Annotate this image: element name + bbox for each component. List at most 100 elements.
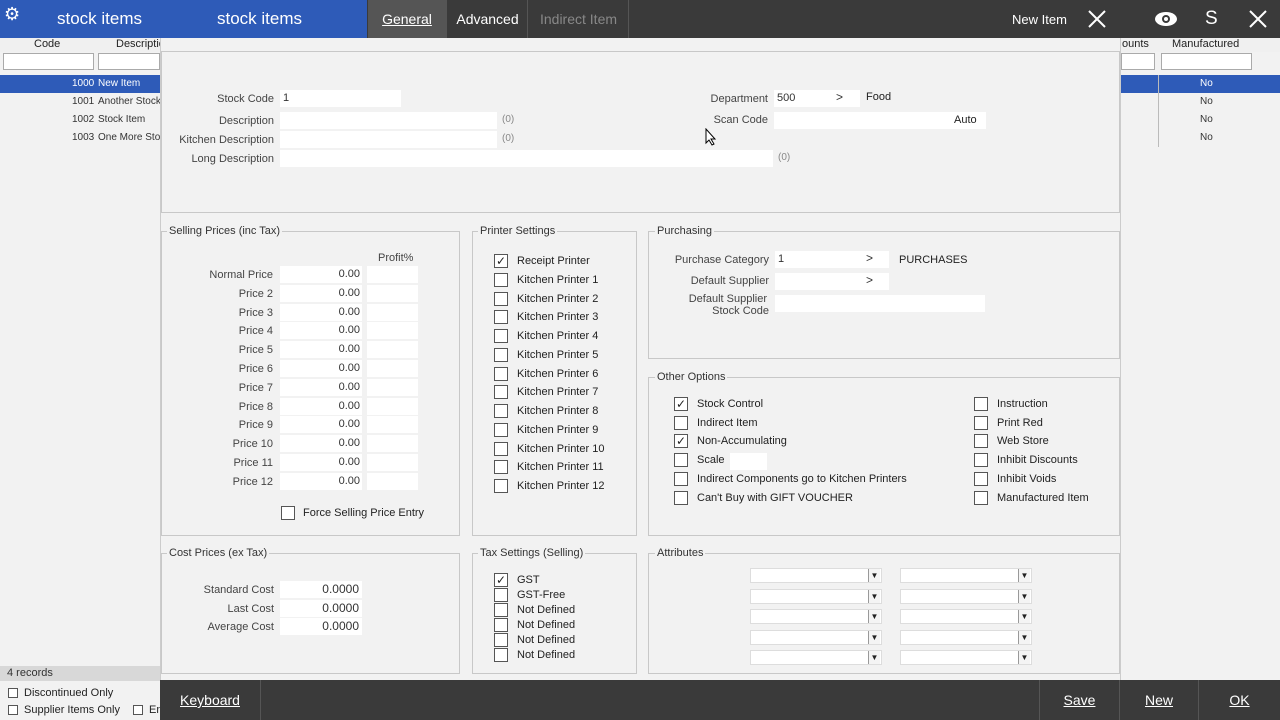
printer-checkbox[interactable] bbox=[494, 347, 508, 362]
attribute-dropdown[interactable]: ▼ bbox=[750, 609, 882, 624]
option-checkbox[interactable] bbox=[974, 471, 988, 486]
column-header-code[interactable]: Code bbox=[34, 38, 60, 50]
price-input[interactable]: 0.00 bbox=[280, 322, 362, 340]
attribute-dropdown[interactable]: ▼ bbox=[900, 588, 1032, 604]
chevron-down-icon[interactable]: ▼ bbox=[868, 651, 880, 664]
profit-input[interactable] bbox=[367, 397, 418, 415]
tax-checkbox[interactable] bbox=[494, 588, 508, 602]
attribute-dropdown[interactable]: ▼ bbox=[750, 650, 882, 665]
printer-checkbox[interactable] bbox=[494, 272, 508, 287]
tab-general[interactable]: General bbox=[368, 0, 447, 38]
chevron-down-icon[interactable]: ▼ bbox=[868, 610, 880, 623]
attribute-dropdown[interactable]: ▼ bbox=[750, 588, 882, 604]
option-checkbox[interactable] bbox=[674, 471, 688, 486]
en-checkbox[interactable]: En bbox=[133, 704, 162, 716]
option-checkbox[interactable] bbox=[974, 397, 988, 411]
profit-input[interactable] bbox=[367, 303, 418, 321]
attribute-dropdown[interactable]: ▼ bbox=[900, 568, 1032, 583]
gear-icon[interactable]: ⚙ bbox=[4, 4, 20, 25]
printer-checkbox[interactable] bbox=[494, 422, 508, 437]
tax-checkbox[interactable]: ✓ bbox=[494, 573, 508, 587]
option-checkbox[interactable]: ✓ bbox=[674, 397, 688, 411]
cost-input[interactable]: 0.0000 bbox=[280, 618, 362, 636]
department-input[interactable]: 500 bbox=[774, 90, 860, 107]
profit-input[interactable] bbox=[367, 266, 418, 283]
scale-input[interactable] bbox=[730, 453, 767, 470]
printer-checkbox[interactable] bbox=[494, 441, 508, 456]
price-input[interactable]: 0.00 bbox=[280, 266, 362, 283]
attribute-dropdown[interactable]: ▼ bbox=[900, 650, 1032, 665]
chevron-down-icon[interactable]: ▼ bbox=[868, 630, 880, 644]
scan-code-auto[interactable]: Auto bbox=[954, 114, 977, 126]
profit-input[interactable] bbox=[367, 360, 418, 377]
printer-checkbox[interactable] bbox=[494, 385, 508, 400]
attribute-dropdown[interactable]: ▼ bbox=[900, 629, 1032, 645]
filter-manufactured-input[interactable] bbox=[1161, 53, 1252, 70]
printer-checkbox[interactable] bbox=[494, 291, 508, 306]
attribute-dropdown[interactable]: ▼ bbox=[750, 568, 882, 583]
discontinued-only-checkbox[interactable]: Discontinued Only bbox=[8, 687, 113, 699]
chevron-down-icon[interactable]: ▼ bbox=[1018, 569, 1030, 582]
default-supplier-lookup-button[interactable]: > bbox=[866, 273, 873, 287]
profit-input[interactable] bbox=[367, 472, 418, 490]
profit-input[interactable] bbox=[367, 322, 418, 340]
tax-checkbox[interactable] bbox=[494, 648, 508, 662]
column-header-description[interactable]: Descriptio bbox=[116, 38, 165, 50]
long-description-input[interactable] bbox=[280, 150, 773, 167]
option-checkbox[interactable] bbox=[674, 453, 688, 468]
new-button[interactable]: New bbox=[1120, 680, 1199, 720]
price-input[interactable]: 0.00 bbox=[280, 416, 362, 434]
save-button[interactable]: Save bbox=[1039, 680, 1120, 720]
printer-checkbox[interactable] bbox=[494, 366, 508, 381]
printer-checkbox[interactable] bbox=[494, 310, 508, 325]
chevron-down-icon[interactable]: ▼ bbox=[1018, 630, 1030, 644]
cost-input[interactable]: 0.0000 bbox=[280, 599, 362, 617]
option-checkbox[interactable] bbox=[974, 434, 988, 449]
cost-input[interactable]: 0.0000 bbox=[280, 581, 362, 598]
tax-checkbox[interactable] bbox=[494, 618, 508, 632]
attribute-dropdown[interactable]: ▼ bbox=[750, 629, 882, 645]
user-initial[interactable]: S bbox=[1205, 8, 1218, 30]
price-input[interactable]: 0.00 bbox=[280, 454, 362, 471]
chevron-down-icon[interactable]: ▼ bbox=[868, 569, 880, 582]
price-input[interactable]: 0.00 bbox=[280, 378, 362, 396]
chevron-down-icon[interactable]: ▼ bbox=[1018, 651, 1030, 664]
profit-input[interactable] bbox=[367, 454, 418, 471]
department-lookup-button[interactable]: > bbox=[836, 90, 843, 104]
price-input[interactable]: 0.00 bbox=[280, 472, 362, 490]
filter-discounts-input[interactable] bbox=[1121, 53, 1155, 70]
close-window-icon[interactable] bbox=[1248, 9, 1268, 32]
attribute-dropdown[interactable]: ▼ bbox=[900, 609, 1032, 624]
profit-input[interactable] bbox=[367, 284, 418, 302]
profit-input[interactable] bbox=[367, 341, 418, 359]
option-checkbox[interactable] bbox=[674, 415, 688, 430]
chevron-down-icon[interactable]: ▼ bbox=[868, 589, 880, 603]
price-input[interactable]: 0.00 bbox=[280, 341, 362, 359]
printer-checkbox[interactable]: ✓ bbox=[494, 254, 508, 268]
option-checkbox[interactable] bbox=[974, 415, 988, 430]
tab-advanced[interactable]: Advanced bbox=[448, 0, 528, 38]
force-selling-price-checkbox[interactable] bbox=[281, 506, 295, 520]
keyboard-button[interactable]: Keyboard bbox=[160, 680, 261, 720]
chevron-down-icon[interactable]: ▼ bbox=[1018, 610, 1030, 623]
price-input[interactable]: 0.00 bbox=[280, 435, 362, 453]
kitchen-description-input[interactable] bbox=[280, 131, 497, 148]
supplier-items-only-checkbox[interactable]: Supplier Items Only bbox=[8, 704, 120, 716]
filter-description-input[interactable] bbox=[98, 53, 160, 70]
printer-checkbox[interactable] bbox=[494, 404, 508, 418]
column-header-discounts[interactable]: ounts bbox=[1122, 38, 1149, 50]
option-checkbox[interactable] bbox=[974, 490, 988, 505]
option-checkbox[interactable]: ✓ bbox=[674, 434, 688, 449]
option-checkbox[interactable] bbox=[974, 453, 988, 468]
price-input[interactable]: 0.00 bbox=[280, 360, 362, 377]
option-checkbox[interactable] bbox=[674, 490, 688, 505]
profit-input[interactable] bbox=[367, 378, 418, 396]
filter-code-input[interactable] bbox=[3, 53, 94, 70]
tax-checkbox[interactable] bbox=[494, 603, 508, 617]
purchase-category-lookup-button[interactable]: > bbox=[866, 251, 873, 265]
price-input[interactable]: 0.00 bbox=[280, 284, 362, 302]
price-input[interactable]: 0.00 bbox=[280, 303, 362, 321]
profit-input[interactable] bbox=[367, 416, 418, 434]
column-header-manufactured[interactable]: Manufactured bbox=[1172, 38, 1239, 50]
chevron-down-icon[interactable]: ▼ bbox=[1018, 589, 1030, 603]
